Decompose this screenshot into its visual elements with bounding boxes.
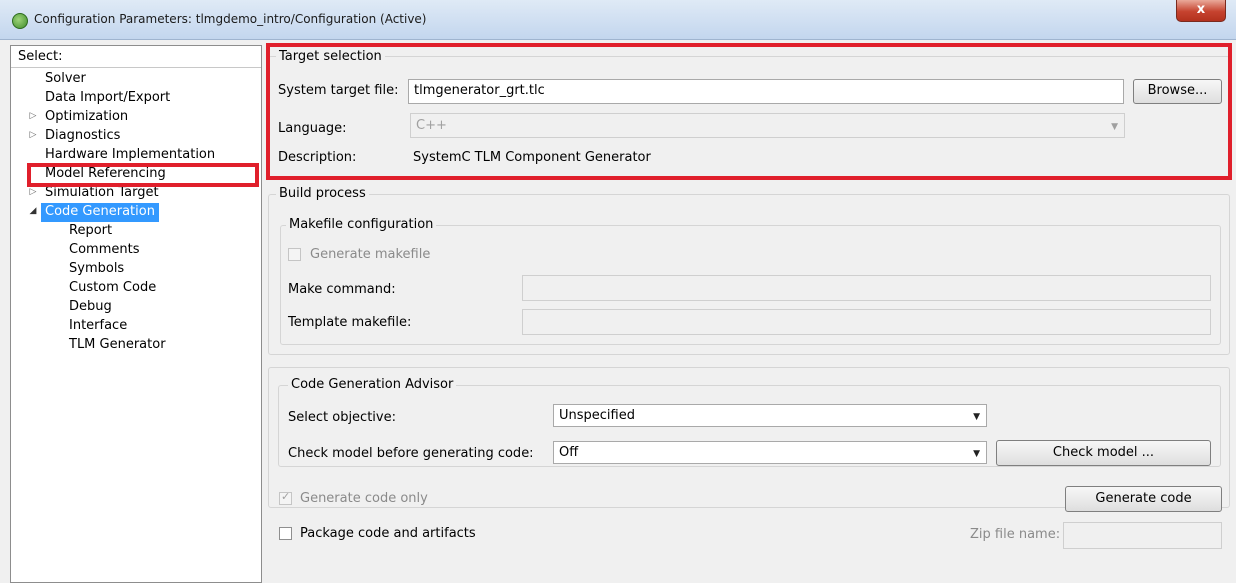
checkmark-icon: ✓ — [281, 490, 291, 503]
tree-item-label: Code Generation — [45, 204, 155, 219]
expand-arrow-icon[interactable]: ▷ — [27, 108, 39, 125]
tree-item-label: Optimization — [45, 109, 129, 124]
select-tree-pane: Select: Solver Data Import/Export ▷ Opti… — [10, 45, 262, 583]
simulink-config-icon — [12, 13, 28, 29]
tree-item-comments[interactable]: Comments — [69, 241, 139, 260]
tree-item-label: Symbols — [69, 261, 125, 276]
package-code-checkbox[interactable] — [279, 527, 292, 540]
zip-file-name-input — [1063, 522, 1222, 549]
template-makefile-label: Template makefile: — [288, 315, 412, 330]
tree-item-interface[interactable]: Interface — [69, 317, 127, 336]
check-model-label: Check model before generating code: — [288, 446, 534, 461]
tree-item-label: Data Import/Export — [45, 90, 171, 105]
tree-item-label: Simulation Target — [45, 185, 159, 200]
select-header: Select: — [11, 46, 261, 68]
tree-item-label: Diagnostics — [45, 128, 121, 143]
tree-item-label: Interface — [69, 318, 128, 333]
check-model-button[interactable]: Check model ... — [996, 440, 1211, 466]
tree-item-symbols[interactable]: Symbols — [69, 260, 124, 279]
tree-item-label: Custom Code — [69, 280, 157, 295]
target-selection-highlight-box — [266, 43, 1232, 180]
template-makefile-input — [522, 309, 1211, 335]
config-parameters-window: Configuration Parameters: tlmgdemo_intro… — [0, 0, 1236, 583]
close-button[interactable]: x — [1176, 0, 1226, 22]
tree-item-debug[interactable]: Debug — [69, 298, 112, 317]
chevron-down-icon: ▼ — [973, 412, 980, 422]
zip-file-name-label: Zip file name: — [970, 527, 1061, 542]
window-title: Configuration Parameters: tlmgdemo_intro… — [34, 12, 427, 26]
build-process-title: Build process — [276, 186, 369, 201]
tree-item-optimization[interactable]: ▷ Optimization — [30, 108, 129, 127]
tree-item-label: TLM Generator — [69, 337, 166, 352]
tree-item-label: Report — [69, 223, 113, 238]
tree-item-diagnostics[interactable]: ▷ Diagnostics — [30, 127, 121, 146]
check-model-value: Off — [559, 445, 579, 460]
generate-code-only-label: Generate code only — [300, 491, 428, 506]
tree-item-code-generation[interactable]: ◢ Code Generation — [30, 203, 159, 222]
expand-arrow-icon[interactable]: ▷ — [27, 127, 39, 144]
generate-makefile-checkbox — [288, 248, 301, 261]
select-objective-label: Select objective: — [288, 410, 396, 425]
select-objective-value: Unspecified — [559, 408, 635, 423]
tree-item-report[interactable]: Report — [69, 222, 112, 241]
package-code-label: Package code and artifacts — [300, 526, 476, 541]
tree-item-label: Hardware Implementation — [45, 147, 216, 162]
chevron-down-icon: ▼ — [973, 449, 980, 459]
tree-item-custom-code[interactable]: Custom Code — [69, 279, 156, 298]
tree-item-tlm-generator[interactable]: TLM Generator — [69, 336, 166, 355]
title-bar: Configuration Parameters: tlmgdemo_intro… — [0, 0, 1236, 40]
make-command-input — [522, 275, 1211, 301]
tree-item-label: Comments — [69, 242, 140, 257]
makefile-configuration-title: Makefile configuration — [286, 217, 437, 232]
tree-item-solver[interactable]: Solver — [45, 70, 86, 89]
check-model-dropdown[interactable]: Off ▼ — [553, 441, 987, 464]
tree-item-data-import-export[interactable]: Data Import/Export — [45, 89, 170, 108]
collapse-arrow-icon[interactable]: ◢ — [27, 203, 39, 220]
selection-highlight-box — [27, 163, 259, 187]
tree-item-label: Debug — [69, 299, 112, 314]
make-command-label: Make command: — [288, 282, 396, 297]
tree-item-label: Solver — [45, 71, 86, 86]
generate-code-only-checkbox: ✓ — [279, 490, 292, 505]
code-generation-advisor-title: Code Generation Advisor — [288, 377, 457, 392]
generate-code-button[interactable]: Generate code — [1065, 486, 1222, 512]
generate-makefile-label: Generate makefile — [310, 247, 431, 262]
select-objective-dropdown[interactable]: Unspecified ▼ — [553, 404, 987, 427]
